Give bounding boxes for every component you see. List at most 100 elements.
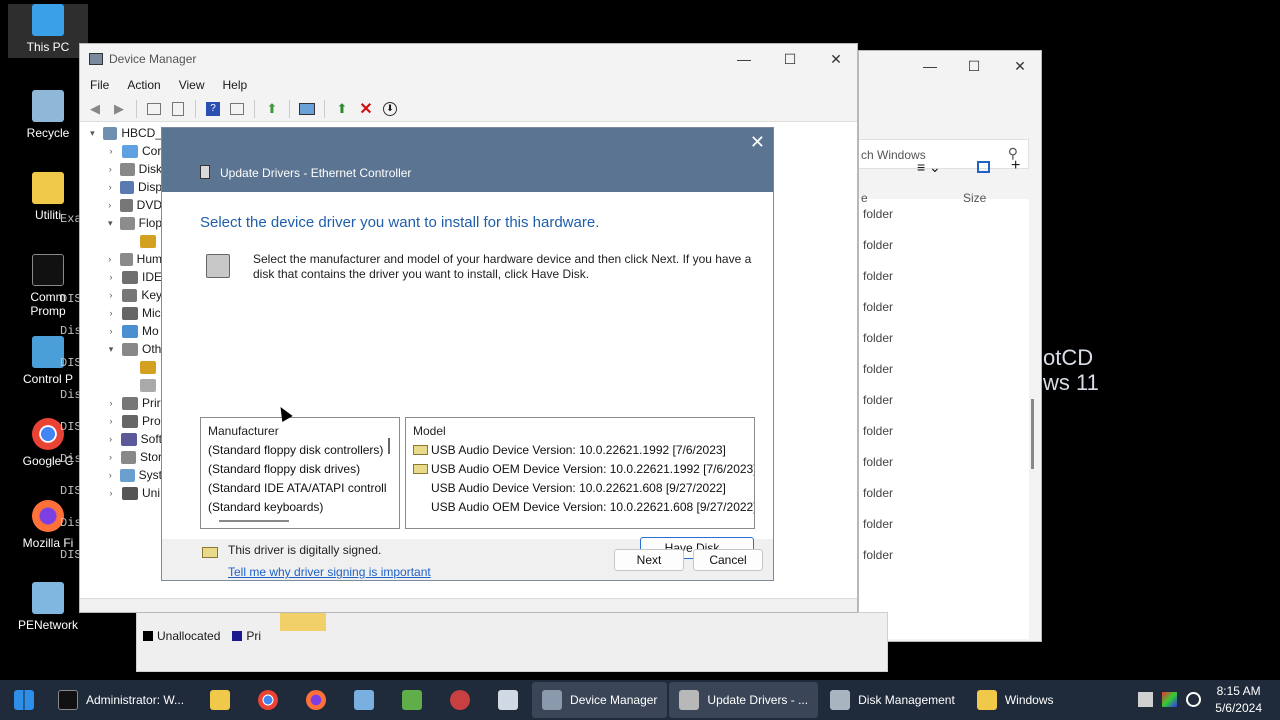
taskbar-pin-firefox[interactable] [292,682,340,718]
manufacturer-item[interactable]: (Standard keyboards) [201,497,399,516]
driver-signing-link[interactable]: Tell me why driver signing is important [228,565,431,579]
minimize-icon[interactable]: — [721,44,767,74]
tray-color-icon[interactable] [1162,692,1177,707]
explorer-search-input[interactable]: ch Windows ⚲ [859,139,1029,169]
forward-icon[interactable]: ▶ [110,100,128,118]
tree-item[interactable]: ▾ HBCD_ [80,124,162,142]
taskbar-item-admin-console[interactable]: Administrator: W... [48,682,194,718]
column-name-header[interactable]: e [861,191,868,205]
add-icon[interactable]: + [1011,157,1020,175]
maximize-icon[interactable]: ☐ [951,51,997,81]
update-driver-icon[interactable]: ⬆ [263,100,281,118]
list-item[interactable]: folder [863,269,893,283]
tree-item[interactable]: ▾ Oth [80,340,162,358]
column-size-header[interactable]: Size [963,191,986,205]
tree-item[interactable]: › IDE [80,268,163,286]
chevron-right-icon[interactable]: › [104,398,118,408]
menu-file[interactable]: File [90,78,109,92]
next-button[interactable]: Next [614,549,684,571]
list-item[interactable]: folder [863,517,893,531]
tree-item[interactable]: › Stor [80,448,162,466]
manufacturer-item[interactable]: (Standard floppy disk drives) [201,459,399,478]
manufacturer-item[interactable]: (Standard IDE ATA/ATAPI controll [201,478,399,497]
chevron-down-icon[interactable]: ▾ [104,344,118,355]
scrollbar[interactable] [1031,399,1034,469]
list-item[interactable]: folder [863,207,893,221]
list-item[interactable]: folder [863,393,893,407]
chevron-right-icon[interactable]: › [104,146,118,156]
chevron-right-icon[interactable]: › [104,272,118,282]
taskbar-pin-chrome[interactable] [244,682,292,718]
model-list[interactable]: Model USB Audio Device Version: 10.0.226… [405,417,755,529]
chevron-right-icon[interactable]: › [104,290,118,300]
tree-item[interactable]: ▾ Flop [80,214,162,232]
tree-item[interactable]: › Uni [80,484,162,502]
list-item[interactable]: folder [863,455,893,469]
taskbar-item-disk-management[interactable]: Disk Management [820,682,965,718]
view-icon[interactable] [228,100,246,118]
list-item[interactable]: folder [863,238,893,252]
tree-item[interactable]: › Pro [80,412,162,430]
list-item[interactable]: folder [863,424,893,438]
tray-tool-icon[interactable] [1138,692,1153,707]
desktop-icon-recycle-bin[interactable]: Recycle [8,90,88,140]
chevron-down-icon[interactable]: ▾ [86,128,99,139]
clock[interactable]: 8:15 AM 5/6/2024 [1215,683,1262,717]
taskbar-item-windows-folder[interactable]: Windows [967,682,1064,718]
taskbar-pin-explorer[interactable] [196,682,244,718]
taskbar-item-update-drivers[interactable]: Update Drivers - ... [669,682,819,718]
close-icon[interactable]: ✕ [813,44,859,74]
taskbar-pin-calculator[interactable] [484,682,532,718]
properties-icon[interactable] [169,100,187,118]
tree-item[interactable] [80,376,162,394]
partition-block[interactable] [280,613,326,631]
list-item[interactable]: folder [863,331,893,345]
show-hide-tree-icon[interactable] [145,100,163,118]
tree-item[interactable] [80,358,162,376]
scan-hardware-icon[interactable] [298,100,316,118]
download-icon[interactable]: ⬇ [381,100,399,118]
desktop-icon-this-pc[interactable]: This PC [8,4,88,58]
chevron-right-icon[interactable]: › [104,308,118,318]
manufacturer-item[interactable]: (Standard floppy disk controllers) [201,440,399,459]
tree-item[interactable]: › Syst [80,466,162,484]
model-item[interactable]: USB Audio OEM Device Version: 10.0.22621… [406,497,754,516]
add-driver-icon[interactable]: ⬆ [333,100,351,118]
chevron-right-icon[interactable]: › [104,488,118,498]
taskbar-pin-editor[interactable] [388,682,436,718]
chevron-right-icon[interactable]: › [104,452,117,462]
taskbar-item-device-manager[interactable]: Device Manager [532,682,668,718]
details-pane-icon[interactable] [977,161,990,173]
back-icon[interactable]: ◀ [86,100,104,118]
chevron-down-icon[interactable]: ▾ [104,218,116,229]
scrollbar[interactable] [219,520,289,522]
tree-item[interactable]: › Cor [80,142,162,160]
tree-item[interactable]: › Key [80,286,162,304]
tree-item[interactable]: › Mic [80,304,162,322]
minimize-icon[interactable]: — [907,51,953,81]
tree-item[interactable]: › Prir [80,394,162,412]
model-item[interactable]: USB Audio OEM Device Version: 10.0.22621… [406,459,754,478]
taskbar-pin-notepad[interactable] [340,682,388,718]
tree-item[interactable]: › Disp [80,178,162,196]
help-icon[interactable]: ? [204,100,222,118]
tree-item[interactable]: › Mo [80,322,162,340]
menu-view[interactable]: View [179,78,205,92]
menu-help[interactable]: Help [223,78,248,92]
chevron-right-icon[interactable]: › [104,254,116,264]
disk-management-window[interactable]: Unallocated Pri [136,612,888,672]
menu-action[interactable]: Action [127,78,160,92]
chevron-right-icon[interactable]: › [104,470,116,480]
list-item[interactable]: folder [863,486,893,500]
update-drivers-dialog[interactable]: Update Drivers - Ethernet Controller ✕ S… [161,127,774,581]
list-item[interactable]: folder [863,300,893,314]
close-icon[interactable]: ✕ [750,132,765,153]
tray-network-icon[interactable] [1186,692,1201,707]
chevron-right-icon[interactable]: › [104,164,116,174]
chevron-right-icon[interactable]: › [104,326,118,336]
close-icon[interactable]: ✕ [997,51,1043,81]
taskbar-pin-network[interactable] [436,682,484,718]
uninstall-icon[interactable]: ✕ [357,100,375,118]
tree-item[interactable] [80,232,162,250]
chevron-right-icon[interactable]: › [104,182,116,192]
